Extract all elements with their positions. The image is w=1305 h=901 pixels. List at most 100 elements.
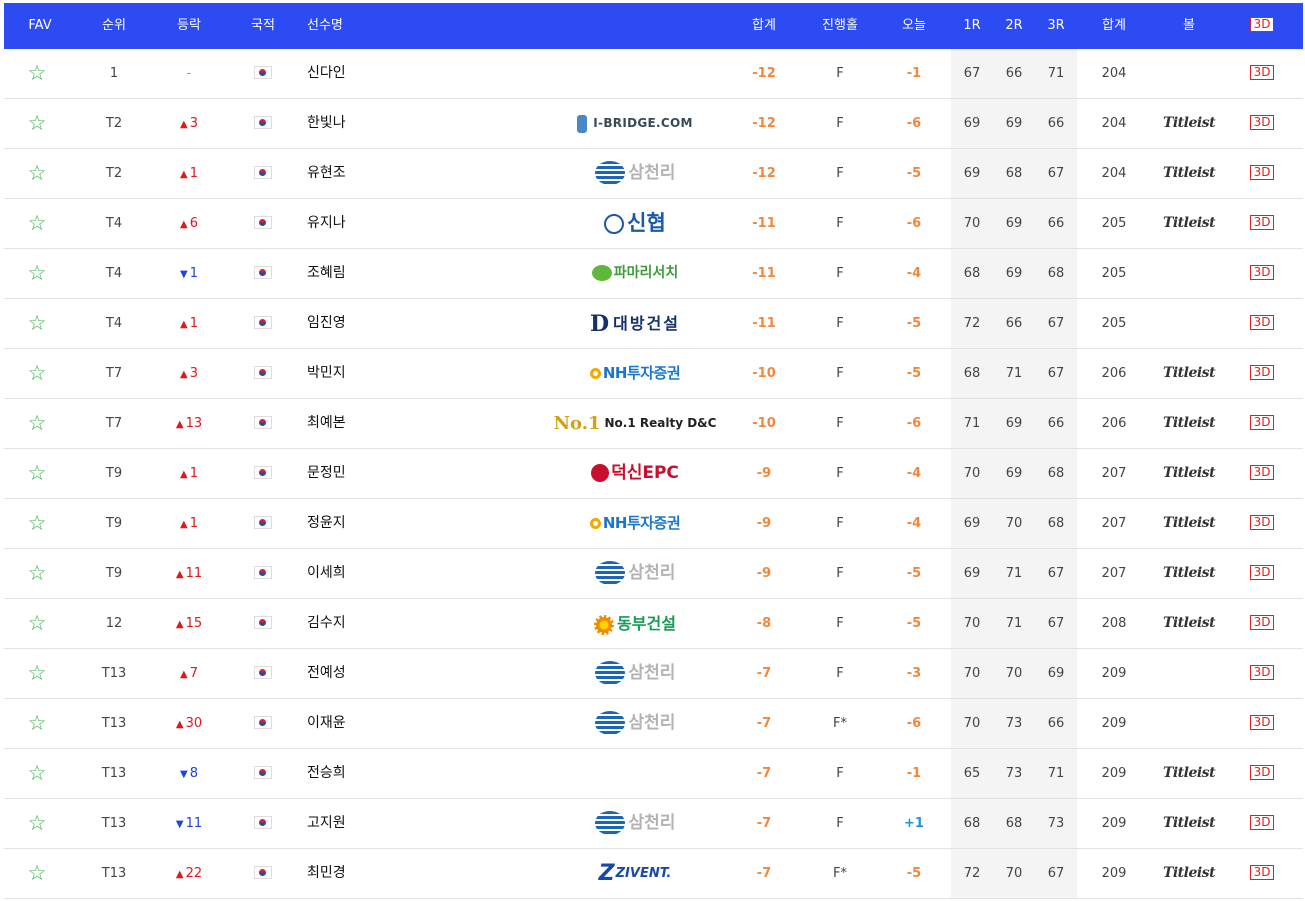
view-3d-cell[interactable]: 3D <box>1240 549 1284 598</box>
view-3d-cell[interactable]: 3D <box>1240 149 1284 198</box>
table-row[interactable]: ☆ T13 ▼ 11 고지원 삼천리 -7 F +1 68 68 73 209 Titleist 3D <box>4 799 1303 849</box>
view-3d-button[interactable]: 3D <box>1249 715 1275 730</box>
view-3d-cell[interactable]: 3D <box>1240 749 1284 798</box>
star-outline-icon[interactable]: ☆ <box>28 399 47 448</box>
player-name[interactable]: 고지원 <box>307 799 407 848</box>
favorite-toggle[interactable]: ☆ <box>22 249 52 298</box>
view-3d-cell[interactable]: 3D <box>1240 499 1284 548</box>
star-outline-icon[interactable]: ☆ <box>28 299 47 348</box>
table-row[interactable]: ☆ T4 ▲ 6 유지나 신협 -11 F -6 70 69 66 205 Titleist 3D <box>4 199 1303 249</box>
star-outline-icon[interactable]: ☆ <box>28 799 47 848</box>
player-name[interactable]: 이재윤 <box>307 699 407 748</box>
player-name[interactable]: 문정민 <box>307 449 407 498</box>
view-3d-button[interactable]: 3D <box>1249 115 1275 130</box>
view-3d-button[interactable]: 3D <box>1249 815 1275 830</box>
player-name[interactable]: 임진영 <box>307 299 407 348</box>
table-row[interactable]: ☆ T13 ▲ 30 이재윤 삼천리 -7 F* -6 70 73 66 209 3D <box>4 699 1303 749</box>
view-3d-button[interactable]: 3D <box>1249 665 1275 680</box>
view-3d-button[interactable]: 3D <box>1249 265 1275 280</box>
favorite-toggle[interactable]: ☆ <box>22 399 52 448</box>
view-3d-cell[interactable]: 3D <box>1240 399 1284 448</box>
view-3d-cell[interactable]: 3D <box>1240 299 1284 348</box>
star-outline-icon[interactable]: ☆ <box>28 749 47 798</box>
favorite-toggle[interactable]: ☆ <box>22 449 52 498</box>
table-row[interactable]: ☆ T7 ▲ 3 박민지 NH투자증권 -10 F -5 68 71 67 206 Titleist 3D <box>4 349 1303 399</box>
table-row[interactable]: ☆ T4 ▲ 1 임진영 D 대방건설 -11 F -5 72 66 67 205 3D <box>4 299 1303 349</box>
player-name[interactable]: 최예본 <box>307 399 407 448</box>
view-3d-button[interactable]: 3D <box>1249 765 1275 780</box>
favorite-toggle[interactable]: ☆ <box>22 849 52 898</box>
table-row[interactable]: ☆ T2 ▲ 3 한빛나 I-BRIDGE.COM -12 F -6 69 69 66 204 Title… <box>4 99 1303 149</box>
view-3d-cell[interactable]: 3D <box>1240 99 1284 148</box>
view-3d-cell[interactable]: 3D <box>1240 649 1284 698</box>
player-name[interactable]: 최민경 <box>307 849 407 898</box>
view-3d-cell[interactable]: 3D <box>1240 449 1284 498</box>
favorite-toggle[interactable]: ☆ <box>22 649 52 698</box>
view-3d-cell[interactable]: 3D <box>1240 849 1284 898</box>
player-name[interactable]: 유지나 <box>307 199 407 248</box>
view-3d-cell[interactable]: 3D <box>1240 249 1284 298</box>
favorite-toggle[interactable]: ☆ <box>22 99 52 148</box>
player-name[interactable]: 정윤지 <box>307 499 407 548</box>
table-row[interactable]: ☆ T13 ▼ 8 전승희 -7 F -1 65 73 71 209 Titleist 3D <box>4 749 1303 799</box>
view-3d-cell[interactable]: 3D <box>1240 699 1284 748</box>
table-row[interactable]: ☆ 12 ▲ 15 김수지 동부건설 -8 F -5 70 71 67 208 Titleist 3D <box>4 599 1303 649</box>
table-row[interactable]: ☆ T4 ▼ 1 조혜림 파마리서치 -11 F -4 68 69 68 205 3D <box>4 249 1303 299</box>
star-outline-icon[interactable]: ☆ <box>28 349 47 398</box>
view-3d-button[interactable]: 3D <box>1249 615 1275 630</box>
table-row[interactable]: ☆ T13 ▲ 7 전예성 삼천리 -7 F -3 70 70 69 209 3D <box>4 649 1303 699</box>
view-3d-cell[interactable]: 3D <box>1240 599 1284 648</box>
view-3d-button[interactable]: 3D <box>1249 515 1275 530</box>
favorite-toggle[interactable]: ☆ <box>22 49 52 98</box>
star-outline-icon[interactable]: ☆ <box>28 499 47 548</box>
favorite-toggle[interactable]: ☆ <box>22 799 52 848</box>
star-outline-icon[interactable]: ☆ <box>28 49 47 98</box>
player-name[interactable]: 전승희 <box>307 749 407 798</box>
view-3d-button[interactable]: 3D <box>1249 565 1275 580</box>
table-row[interactable]: ☆ 1 - 신다인 -12 F -1 67 66 71 204 3D <box>4 49 1303 99</box>
favorite-toggle[interactable]: ☆ <box>22 599 52 648</box>
star-outline-icon[interactable]: ☆ <box>28 549 47 598</box>
star-outline-icon[interactable]: ☆ <box>28 99 47 148</box>
player-name[interactable]: 이세희 <box>307 549 407 598</box>
player-name[interactable]: 전예성 <box>307 649 407 698</box>
view-3d-cell[interactable]: 3D <box>1240 199 1284 248</box>
view-3d-button[interactable]: 3D <box>1249 165 1275 180</box>
favorite-toggle[interactable]: ☆ <box>22 699 52 748</box>
player-name[interactable]: 조혜림 <box>307 249 407 298</box>
star-outline-icon[interactable]: ☆ <box>28 699 47 748</box>
favorite-toggle[interactable]: ☆ <box>22 549 52 598</box>
view-3d-button[interactable]: 3D <box>1249 365 1275 380</box>
favorite-toggle[interactable]: ☆ <box>22 749 52 798</box>
star-outline-icon[interactable]: ☆ <box>28 449 47 498</box>
table-row[interactable]: ☆ T7 ▲ 13 최예본 No.1 No.1 Realty D&C -10 F -6 71 69 66… <box>4 399 1303 449</box>
star-outline-icon[interactable]: ☆ <box>28 199 47 248</box>
star-outline-icon[interactable]: ☆ <box>28 649 47 698</box>
view-3d-cell[interactable]: 3D <box>1240 799 1284 848</box>
player-name[interactable]: 한빛나 <box>307 99 407 148</box>
favorite-toggle[interactable]: ☆ <box>22 149 52 198</box>
favorite-toggle[interactable]: ☆ <box>22 299 52 348</box>
favorite-toggle[interactable]: ☆ <box>22 199 52 248</box>
table-row[interactable]: ☆ T13 ▲ 22 최민경 ZZIVENT. -7 F* -5 72 70 67 209 Titleis… <box>4 849 1303 899</box>
star-outline-icon[interactable]: ☆ <box>28 599 47 648</box>
player-name[interactable]: 유현조 <box>307 149 407 198</box>
table-row[interactable]: ☆ T9 ▲ 11 이세희 삼천리 -9 F -5 69 71 67 207 Titleist 3D <box>4 549 1303 599</box>
favorite-toggle[interactable]: ☆ <box>22 349 52 398</box>
view-3d-cell[interactable]: 3D <box>1240 49 1284 98</box>
star-outline-icon[interactable]: ☆ <box>28 149 47 198</box>
view-3d-button[interactable]: 3D <box>1249 465 1275 480</box>
view-3d-button[interactable]: 3D <box>1249 865 1275 880</box>
view-3d-cell[interactable]: 3D <box>1240 349 1284 398</box>
favorite-toggle[interactable]: ☆ <box>22 499 52 548</box>
table-row[interactable]: ☆ T2 ▲ 1 유현조 삼천리 -12 F -5 69 68 67 204 Titleist 3D <box>4 149 1303 199</box>
table-row[interactable]: ☆ T9 ▲ 1 정윤지 NH투자증권 -9 F -4 69 70 68 207 Titleist 3D <box>4 499 1303 549</box>
view-3d-button[interactable]: 3D <box>1249 415 1275 430</box>
player-name[interactable]: 신다인 <box>307 49 407 98</box>
player-name[interactable]: 박민지 <box>307 349 407 398</box>
star-outline-icon[interactable]: ☆ <box>28 849 47 898</box>
player-name[interactable]: 김수지 <box>307 599 407 648</box>
view-3d-button[interactable]: 3D <box>1249 315 1275 330</box>
view-3d-button[interactable]: 3D <box>1249 215 1275 230</box>
table-row[interactable]: ☆ T9 ▲ 1 문정민 덕신EPC -9 F -4 70 69 68 207 Titleist 3D <box>4 449 1303 499</box>
